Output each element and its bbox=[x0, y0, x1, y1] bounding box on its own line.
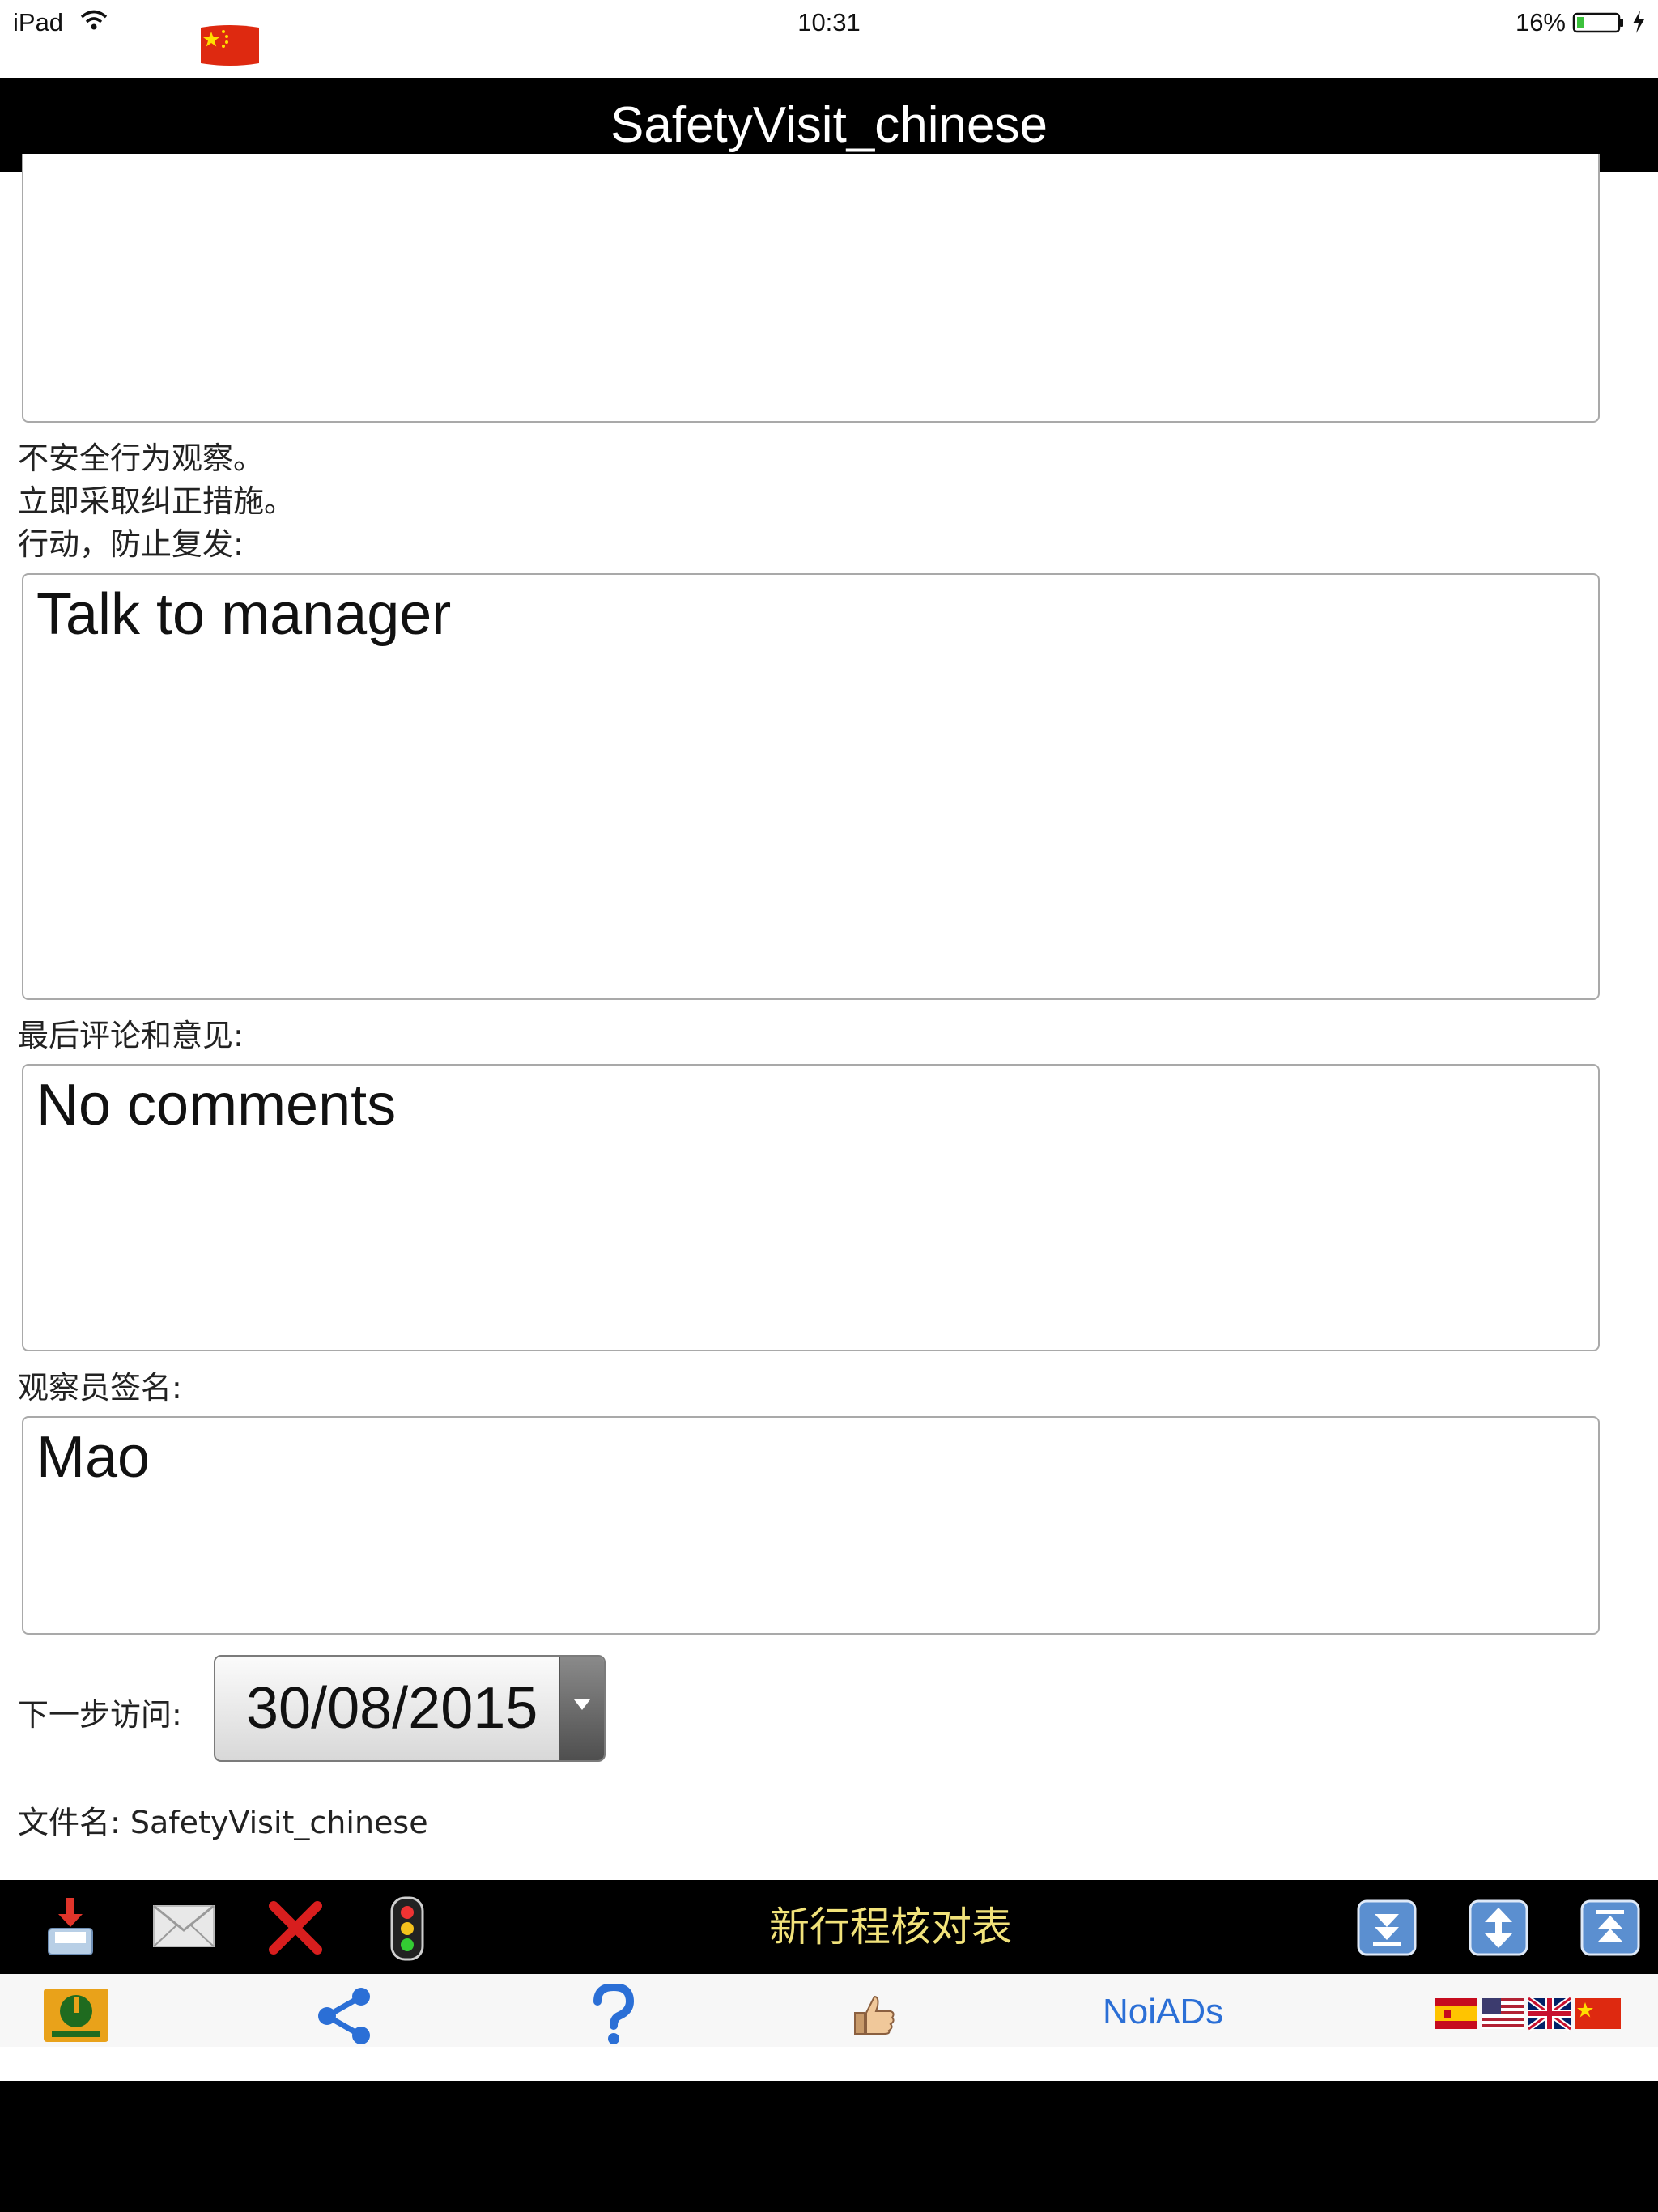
action-toolbar: 新行程核对表 bbox=[0, 1880, 1658, 1974]
scroll-bottom-icon[interactable] bbox=[1357, 1899, 1417, 1959]
unsafe-behaviour-label-line3: 行动，防止复发: bbox=[18, 526, 244, 562]
unsafe-behaviour-label-line2: 立即采取纠正措施。 bbox=[18, 483, 295, 519]
status-bar: iPad 10:31 16% bbox=[0, 0, 1658, 78]
final-comments-textarea[interactable]: No comments bbox=[22, 1064, 1600, 1351]
observer-signature-textarea[interactable]: Mao bbox=[22, 1416, 1600, 1635]
observer-signature-label: 观察员签名: bbox=[18, 1370, 182, 1406]
noiads-link[interactable]: NoiADs bbox=[1103, 1992, 1223, 2032]
mail-icon[interactable] bbox=[152, 1903, 215, 1953]
delete-x-icon[interactable] bbox=[267, 1899, 324, 1959]
observation-textarea[interactable] bbox=[22, 154, 1600, 423]
unsafe-behaviour-label-line1: 不安全行为观察。 bbox=[18, 440, 265, 476]
actions-textarea-value: Talk to manager bbox=[36, 582, 452, 647]
bottom-black-area bbox=[0, 2081, 1658, 2212]
next-visit-date-picker[interactable]: 30/08/2015 bbox=[214, 1655, 606, 1762]
filename-label: 文件名: SafetyVisit_chinese bbox=[18, 1805, 428, 1840]
download-tray-icon[interactable] bbox=[42, 1895, 99, 1963]
flags-icon[interactable] bbox=[1433, 1996, 1624, 2035]
traffic-light-icon[interactable] bbox=[389, 1896, 426, 1964]
next-visit-date-value: 30/08/2015 bbox=[246, 1676, 538, 1741]
chevron-down-icon[interactable] bbox=[559, 1657, 604, 1760]
new-checklist-title[interactable]: 新行程核对表 bbox=[769, 1880, 1012, 1974]
battery-percent: 16% bbox=[1515, 8, 1566, 36]
scroll-top-icon[interactable] bbox=[1580, 1899, 1640, 1959]
observer-signature-value: Mao bbox=[36, 1425, 151, 1490]
actions-textarea[interactable]: Talk to manager bbox=[22, 573, 1600, 1000]
next-visit-label: 下一步访问: bbox=[18, 1697, 182, 1733]
app-logo-icon[interactable] bbox=[42, 1987, 110, 2047]
final-comments-label: 最后评论和意见: bbox=[18, 1018, 244, 1053]
help-icon[interactable] bbox=[589, 1982, 638, 2048]
share-icon[interactable] bbox=[314, 1987, 376, 2047]
scroll-middle-icon[interactable] bbox=[1469, 1899, 1528, 1959]
final-comments-value: No comments bbox=[36, 1073, 397, 1138]
battery-icon bbox=[1572, 11, 1626, 37]
clock: 10:31 bbox=[797, 8, 861, 36]
bottom-bar: NoiADs bbox=[0, 1974, 1658, 2047]
thumbs-up-icon[interactable] bbox=[852, 1992, 897, 2040]
charging-bolt-icon bbox=[1630, 10, 1647, 37]
